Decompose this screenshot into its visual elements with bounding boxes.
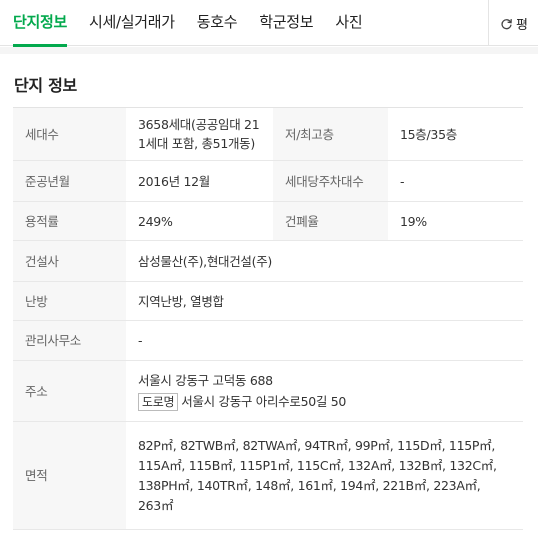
area-line: 263㎡ <box>138 497 174 513</box>
unit-toggle-button[interactable]: 평 <box>488 0 538 46</box>
table-row: 세대수 3658세대(공공임대 21 1세대 포함, 총51개동) 저/최고층 … <box>13 107 523 161</box>
unit-toggle-label: 평 <box>516 17 528 33</box>
builder-label: 건설사 <box>13 240 126 282</box>
section-title: 단지 정보 <box>14 76 77 95</box>
builder-value: 삼성물산(주),현대건설(주) <box>126 240 523 282</box>
coverage-ratio-label: 건폐율 <box>273 201 388 241</box>
tab-units[interactable]: 동호수 <box>186 0 249 46</box>
table-row: 면적 82P㎡, 82TWB㎡, 82TWA㎡, 94TR㎡, 99P㎡, 11… <box>13 421 523 530</box>
table-row: 건설사 삼성물산(주),현대건설(주) <box>13 240 523 282</box>
households-value-line1: 3658세대(공공임대 21 <box>138 117 260 132</box>
floors-label: 저/최고층 <box>273 107 388 161</box>
area-line: 82P㎡, 82TWB㎡, 82TWA㎡, 94TR㎡, 99P㎡, 115D㎡… <box>138 437 495 453</box>
area-label: 면적 <box>13 421 126 530</box>
parking-value: - <box>388 160 523 202</box>
section-gap <box>0 47 538 54</box>
floor-area-ratio-label: 용적률 <box>13 201 126 241</box>
tab-complex-info[interactable]: 단지정보 <box>0 0 78 47</box>
address-road-line: 도로명 서울시 강동구 아리수로50길 50 <box>138 392 511 411</box>
completion-label: 준공년월 <box>13 160 126 202</box>
heating-label: 난방 <box>13 281 126 321</box>
table-row: 준공년월 2016년 12월 세대당주차대수 - <box>13 160 523 202</box>
complex-info-table: 세대수 3658세대(공공임대 21 1세대 포함, 총51개동) 저/최고층 … <box>13 107 523 530</box>
parking-label: 세대당주차대수 <box>273 160 388 202</box>
households-value-line2: 1세대 포함, 총51개동) <box>138 136 255 151</box>
tab-school-district[interactable]: 학군정보 <box>248 0 324 46</box>
address-value: 서울시 강동구 고덕동 688 도로명 서울시 강동구 아리수로50길 50 <box>126 360 523 422</box>
table-row: 용적률 249% 건폐율 19% <box>13 201 523 241</box>
coverage-ratio-value: 19% <box>388 201 523 241</box>
management-value: - <box>126 320 523 361</box>
area-line: 115A㎡, 115B㎡, 115P1㎡, 115C㎡, 132A㎡, 132B… <box>138 457 497 473</box>
table-row: 주소 서울시 강동구 고덕동 688 도로명 서울시 강동구 아리수로50길 50 <box>13 360 523 422</box>
heating-value: 지역난방, 열병합 <box>126 281 523 321</box>
floor-area-ratio-value: 249% <box>126 201 273 241</box>
table-row: 관리사무소 - <box>13 320 523 361</box>
address-lot: 서울시 강동구 고덕동 688 <box>138 373 273 388</box>
table-row: 난방 지역난방, 열병합 <box>13 281 523 321</box>
refresh-icon <box>501 18 512 29</box>
households-label: 세대수 <box>13 107 126 161</box>
households-value: 3658세대(공공임대 21 1세대 포함, 총51개동) <box>126 107 273 161</box>
area-line: 138PH㎡, 140TR㎡, 148㎡, 161㎡, 194㎡, 221B㎡,… <box>138 477 481 493</box>
address-label: 주소 <box>13 360 126 422</box>
tab-bar: 단지정보 시세/실거래가 동호수 학군정보 사진 평 <box>0 0 538 47</box>
road-name-tag: 도로명 <box>138 393 179 411</box>
tab-list: 단지정보 시세/실거래가 동호수 학군정보 사진 <box>0 0 373 47</box>
address-road: 서울시 강동구 아리수로50길 50 <box>181 394 347 409</box>
management-label: 관리사무소 <box>13 320 126 361</box>
tab-price-transactions[interactable]: 시세/실거래가 <box>78 0 186 46</box>
completion-value: 2016년 12월 <box>126 160 273 202</box>
area-value: 82P㎡, 82TWB㎡, 82TWA㎡, 94TR㎡, 99P㎡, 115D㎡… <box>126 421 523 530</box>
tab-photos[interactable]: 사진 <box>324 0 373 46</box>
floors-value: 15층/35층 <box>388 107 523 161</box>
